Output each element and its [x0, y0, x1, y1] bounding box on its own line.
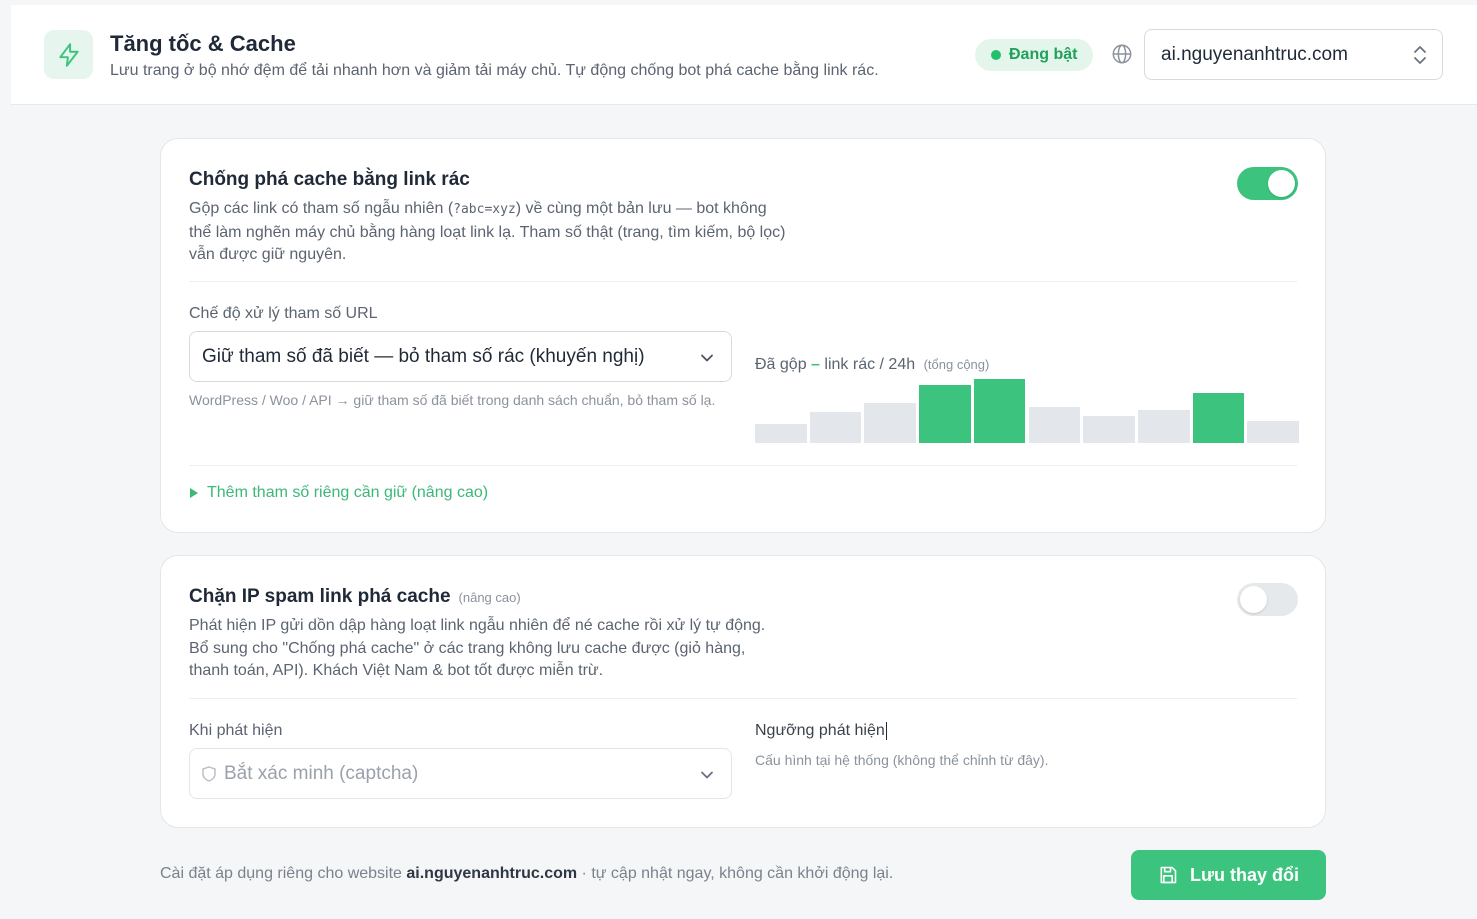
ip-block-card: Chặn IP spam link phá cache (nâng cao) Ph… [160, 555, 1326, 828]
action-label: Khi phát hiện [189, 722, 283, 739]
ip-block-description: Phát hiện IP gửi dồn dập hàng loạt link … [189, 617, 766, 679]
merged-links-chart [755, 379, 1299, 443]
divider [189, 465, 1297, 466]
chart-bar [755, 424, 807, 443]
status-dot-icon [991, 50, 1001, 60]
merged-stats-label: Đã gộp – link rác / 24h (tổng cộng) [755, 356, 990, 373]
chart-bar [864, 403, 917, 443]
chart-bar [1137, 410, 1190, 443]
merged-count: – [811, 356, 820, 373]
text-cursor [885, 722, 887, 740]
up-down-chevron-icon [1412, 43, 1428, 73]
toggle-knob [1240, 586, 1267, 613]
url-mode-label: Chế độ xử lý tham số URL [189, 305, 378, 322]
advanced-params-expander[interactable]: Thêm tham số riêng cần giữ (nâng cao) [189, 484, 488, 502]
advanced-tag: (nâng cao) [458, 590, 521, 605]
shield-icon [202, 765, 216, 782]
footer-site: ai.nguyenanhtruc.com [406, 865, 578, 882]
chart-bar [919, 385, 971, 443]
action-value: Bắt xác minh (captcha) [224, 762, 419, 784]
cache-buster-toggle[interactable] [1237, 167, 1298, 200]
site-select[interactable]: ai.nguyenanhtruc.com [1144, 29, 1443, 80]
divider [189, 281, 1297, 282]
caret-right-icon [190, 488, 198, 498]
threshold-hint: Cấu hình tại hệ thống (không thể chỉnh t… [755, 752, 1049, 768]
floppy-disk-icon [1160, 866, 1177, 884]
chart-bar [1028, 407, 1081, 443]
site-select-value: ai.nguyenanhtruc.com [1161, 43, 1348, 65]
chevron-down-icon [699, 767, 715, 789]
chart-bar [1083, 416, 1135, 443]
lightning-icon [44, 30, 93, 79]
code-sample: ?abc=xyz [453, 202, 516, 217]
top-bar: Tăng tốc & Cache Lưu trang ở bộ nhớ đệm … [11, 5, 1477, 105]
url-mode-hint: WordPress / Woo / API → giữ tham số đã b… [189, 392, 716, 408]
globe-icon [1111, 43, 1133, 65]
chevron-down-icon [699, 350, 715, 372]
ip-block-title: Chặn IP spam link phá cache (nâng cao) [189, 586, 521, 607]
ip-block-toggle[interactable] [1237, 583, 1298, 616]
action-select[interactable]: Bắt xác minh (captcha) [189, 748, 732, 799]
status-label: Đang bật [1009, 46, 1078, 63]
footer-note: Cài đặt áp dụng riêng cho website ai.ngu… [160, 865, 894, 882]
cache-buster-title: Chống phá cache bằng link rác [189, 169, 470, 190]
cache-buster-description: Gộp các link có tham số ngẫu nhiên (?abc… [189, 200, 786, 263]
advanced-params-label: Thêm tham số riêng cần giữ (nâng cao) [207, 484, 489, 501]
cache-buster-card: Chống phá cache bằng link rác Gộp các li… [160, 138, 1326, 533]
url-mode-select[interactable]: Giữ tham số đã biết — bỏ tham số rác (kh… [189, 331, 732, 382]
threshold-label: Ngưỡng phát hiện [755, 722, 887, 740]
chart-bar [809, 412, 862, 443]
chart-bar [973, 379, 1026, 443]
save-button[interactable]: Lưu thay đổi [1131, 850, 1326, 900]
divider [189, 698, 1297, 699]
chart-bar [1192, 393, 1245, 443]
status-badge: Đang bật [975, 39, 1094, 71]
page-subtitle: Lưu trang ở bộ nhớ đệm để tải nhanh hơn … [110, 62, 879, 79]
save-button-label: Lưu thay đổi [1189, 864, 1300, 885]
page-title: Tăng tốc & Cache [110, 31, 296, 56]
url-mode-value: Giữ tham số đã biết — bỏ tham số rác (kh… [202, 345, 645, 367]
chart-bar [1247, 421, 1299, 443]
toggle-knob [1268, 170, 1295, 197]
